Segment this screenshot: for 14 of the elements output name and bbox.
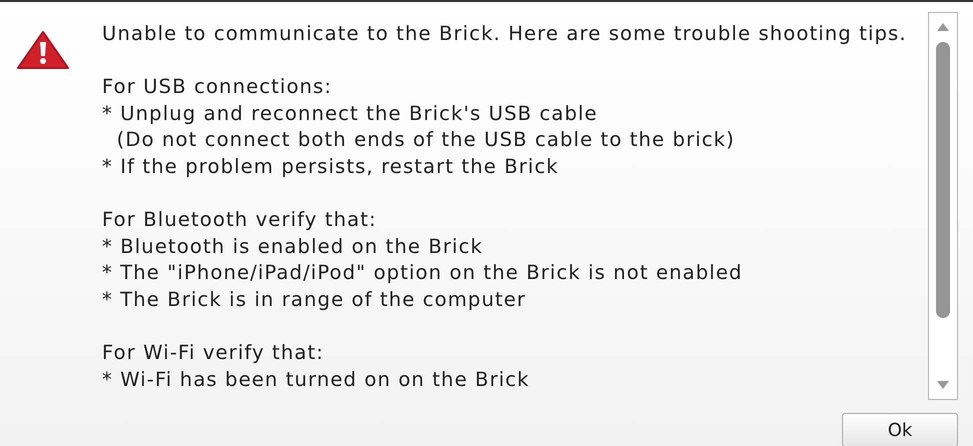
message-line: For Bluetooth verify that: <box>102 207 378 234</box>
ok-button[interactable]: Ok <box>842 413 958 446</box>
message-line: Unable to communicate to the Brick. Here are some trouble shooting tips. <box>102 21 908 47</box>
message-line: * Unplug and reconnect the Brick's USB cable <box>102 100 599 127</box>
message-line: For Wi-Fi verify that: <box>102 340 325 366</box>
message-line: * Wi-Fi has been turned on on the Brick <box>102 366 531 393</box>
message-line: * The "iPhone/iPad/iPod" option on the Brick is not enabled <box>102 260 744 286</box>
message-line: * The Brick is in range of the computer <box>102 286 528 313</box>
scrollbar[interactable] <box>928 12 958 400</box>
message-line: For USB connections: <box>102 74 334 100</box>
message-line: (Do not connect both ends of the USB cable to the brick) <box>116 127 736 154</box>
warning-icon <box>16 30 70 70</box>
message-line: * Bluetooth is enabled on the Brick <box>102 234 484 260</box>
message-line: * If the problem persists, restart the Brick <box>102 154 560 180</box>
